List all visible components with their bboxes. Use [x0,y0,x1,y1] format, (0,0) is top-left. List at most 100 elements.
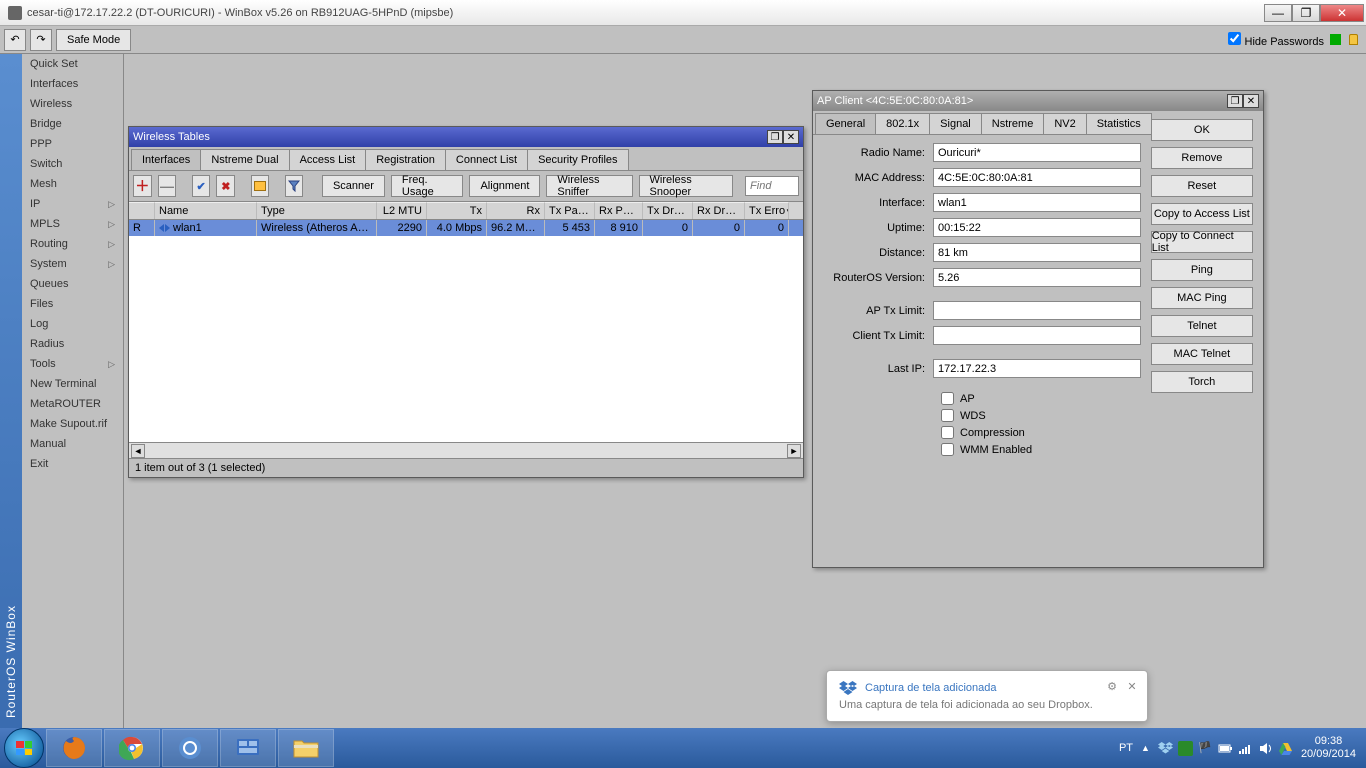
hide-passwords-checkbox[interactable] [1228,32,1241,45]
redo-button[interactable]: ↷ [30,29,52,51]
alignment-button[interactable]: Alignment [469,175,540,197]
wireless-sniffer-button[interactable]: Wireless Sniffer [546,175,632,197]
col-txdrops[interactable]: Tx Drops [643,202,693,219]
task-firefox[interactable] [46,729,102,767]
undo-button[interactable]: ↶ [4,29,26,51]
wt-hscrollbar[interactable]: ◄ ► [129,442,803,458]
ap-ping-button[interactable]: Ping [1151,259,1253,281]
ap-tab-802.1x[interactable]: 802.1x [875,113,930,134]
col-rxdrops[interactable]: Rx Drops [693,202,745,219]
task-explorer[interactable] [278,729,334,767]
menu-item-new-terminal[interactable]: New Terminal [22,374,123,394]
menu-item-tools[interactable]: Tools▷ [22,354,123,374]
distance-field[interactable] [933,243,1141,262]
menu-item-routing[interactable]: Routing▷ [22,234,123,254]
menu-item-ppp[interactable]: PPP [22,134,123,154]
disable-button[interactable]: ✖ [216,175,235,197]
tray-network-icon[interactable] [1238,741,1253,756]
remove-button[interactable]: — [158,175,177,197]
ap-restore-button[interactable]: ❐ [1227,94,1243,108]
minimize-button[interactable]: — [1264,4,1292,22]
add-button[interactable]: ＋ [133,175,152,197]
col-txerr[interactable]: Tx Erro▼ [745,202,789,219]
ap-tab-signal[interactable]: Signal [929,113,982,134]
menu-item-interfaces[interactable]: Interfaces [22,74,123,94]
ap-torch-button[interactable]: Torch [1151,371,1253,393]
ap-tab-nstreme[interactable]: Nstreme [981,113,1045,134]
tray-volume-icon[interactable] [1258,741,1273,756]
wt-tab-security-profiles[interactable]: Security Profiles [527,149,628,170]
ap-mac-telnet-button[interactable]: MAC Telnet [1151,343,1253,365]
comment-button[interactable] [251,175,270,197]
menu-item-system[interactable]: System▷ [22,254,123,274]
tray-icon-1[interactable] [1178,741,1193,756]
scanner-button[interactable]: Scanner [322,175,385,197]
wt-tab-nstreme-dual[interactable]: Nstreme Dual [200,149,289,170]
ap-tx-limit-field[interactable] [933,301,1141,320]
menu-item-queues[interactable]: Queues [22,274,123,294]
menu-item-log[interactable]: Log [22,314,123,334]
ap-close-button[interactable]: ✕ [1243,94,1259,108]
ap-ok-button[interactable]: OK [1151,119,1253,141]
tray-up-icon[interactable]: ▲ [1141,743,1150,753]
ap-reset-button[interactable]: Reset [1151,175,1253,197]
wireless-tables-titlebar[interactable]: Wireless Tables ❐ ✕ [129,127,803,147]
compression-checkbox[interactable] [941,426,954,439]
scroll-left-icon[interactable]: ◄ [131,444,145,458]
ap-copy-to-access-list-button[interactable]: Copy to Access List [1151,203,1253,225]
menu-item-bridge[interactable]: Bridge [22,114,123,134]
wt-restore-button[interactable]: ❐ [767,130,783,144]
uptime-field[interactable] [933,218,1141,237]
scroll-right-icon[interactable]: ► [787,444,801,458]
last-ip-field[interactable] [933,359,1141,378]
menu-item-make-supout-rif[interactable]: Make Supout.rif [22,414,123,434]
col-txpac[interactable]: Tx Pac... [545,202,595,219]
wt-tab-registration[interactable]: Registration [365,149,446,170]
col-name[interactable]: Name [155,202,257,219]
clock[interactable]: 09:38 20/09/2014 [1301,735,1362,761]
tray-dropbox-icon[interactable] [1158,741,1173,756]
tray-gdrive-icon[interactable] [1278,741,1293,756]
ap-tab-general[interactable]: General [815,113,876,134]
menu-item-exit[interactable]: Exit [22,454,123,474]
hide-passwords-label[interactable]: Hide Passwords [1228,32,1324,48]
menu-item-metarouter[interactable]: MetaROUTER [22,394,123,414]
menu-item-switch[interactable]: Switch [22,154,123,174]
menu-item-mpls[interactable]: MPLS▷ [22,214,123,234]
menu-item-wireless[interactable]: Wireless [22,94,123,114]
col-rx[interactable]: Rx [487,202,545,219]
col-type[interactable]: Type [257,202,377,219]
task-chrome[interactable] [104,729,160,767]
client-tx-limit-field[interactable] [933,326,1141,345]
freq-usage-button[interactable]: Freq. Usage [391,175,464,197]
ap-mac-ping-button[interactable]: MAC Ping [1151,287,1253,309]
radio-name-field[interactable] [933,143,1141,162]
menu-item-manual[interactable]: Manual [22,434,123,454]
menu-item-radius[interactable]: Radius [22,334,123,354]
tray-battery-icon[interactable] [1218,741,1233,756]
dropbox-notification[interactable]: ⚙ ✕ Captura de tela adicionada Uma captu… [826,670,1148,722]
menu-item-quick-set[interactable]: Quick Set [22,54,123,74]
ap-telnet-button[interactable]: Telnet [1151,315,1253,337]
wt-tab-access-list[interactable]: Access List [289,149,367,170]
task-winbox[interactable] [162,729,218,767]
find-input[interactable] [745,176,799,196]
wt-close-button[interactable]: ✕ [783,130,799,144]
wireless-snooper-button[interactable]: Wireless Snooper [639,175,734,197]
wt-tab-interfaces[interactable]: Interfaces [131,149,201,170]
start-button[interactable] [4,728,44,768]
enable-button[interactable]: ✔ [192,175,211,197]
routeros-version-field[interactable] [933,268,1141,287]
close-button[interactable]: ✕ [1320,4,1364,22]
col-l2mtu[interactable]: L2 MTU [377,202,427,219]
ap-checkbox[interactable] [941,392,954,405]
safe-mode-button[interactable]: Safe Mode [56,29,131,51]
interface-field[interactable] [933,193,1141,212]
mac-address-field[interactable] [933,168,1141,187]
ap-client-titlebar[interactable]: AP Client <4C:5E:0C:80:0A:81> ❐ ✕ [813,91,1263,111]
wmm-enabled-checkbox[interactable] [941,443,954,456]
wt-table-body[interactable]: R wlan1 Wireless (Atheros AR9... 2290 4.… [129,220,803,442]
table-row[interactable]: R wlan1 Wireless (Atheros AR9... 2290 4.… [129,220,803,236]
menu-item-ip[interactable]: IP▷ [22,194,123,214]
ap-tab-statistics[interactable]: Statistics [1086,113,1152,134]
